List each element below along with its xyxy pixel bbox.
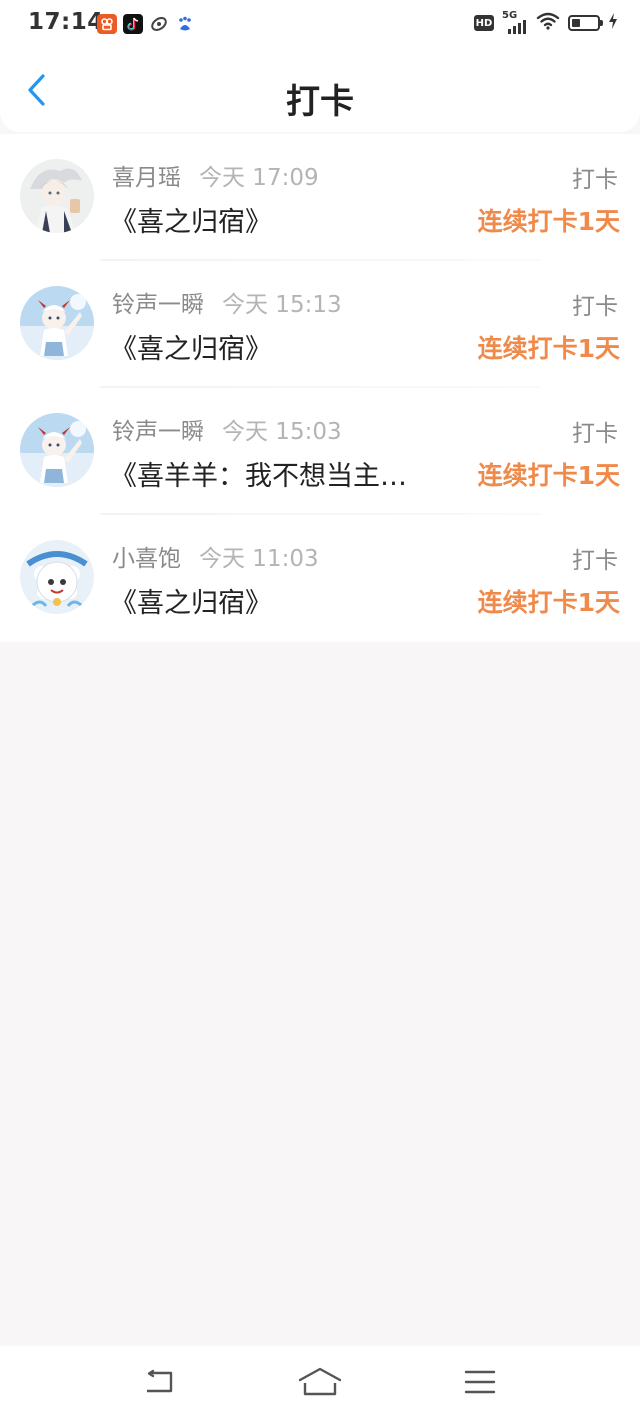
system-icons: HD 5G [474, 10, 618, 34]
list-item[interactable]: 铃声一瞬 今天 15:03 《喜羊羊：我不想当主… 打卡 连续打卡1天 [0, 388, 640, 515]
user-line: 喜月瑶 今天 17:09 [112, 158, 319, 192]
nav-menu-button[interactable] [458, 1364, 502, 1404]
book-title[interactable]: 《喜羊羊：我不想当主… [110, 454, 455, 493]
nav-header: 打卡 [0, 50, 640, 132]
kuaishou-icon [97, 14, 117, 34]
user-name[interactable]: 喜月瑶 [112, 158, 181, 192]
browser-icon [149, 14, 169, 34]
home-icon [298, 1367, 342, 1401]
avatar[interactable] [20, 540, 94, 614]
streak-label: 连续打卡1天 [477, 334, 620, 363]
user-name[interactable]: 铃声一瞬 [112, 285, 204, 319]
list-item[interactable]: 小喜饱 今天 11:03 《喜之归宿》 打卡 连续打卡1天 [0, 515, 640, 642]
wifi-icon [536, 12, 560, 34]
charging-icon [608, 12, 618, 34]
battery-level [572, 19, 580, 27]
douyin-icon [123, 14, 143, 34]
post-time: 今天 15:03 [222, 419, 342, 445]
book-title[interactable]: 《喜之归宿》 [110, 200, 455, 239]
system-nav-bar [0, 1346, 640, 1422]
baidu-icon [175, 14, 195, 34]
user-name[interactable]: 小喜饱 [112, 539, 181, 573]
list-item[interactable]: 喜月瑶 今天 17:09 《喜之归宿》 打卡 连续打卡1天 [0, 134, 640, 261]
streak-label: 连续打卡1天 [477, 588, 620, 617]
action-tag: 打卡 [572, 421, 618, 447]
menu-icon [464, 1369, 496, 1399]
list-item[interactable]: 铃声一瞬 今天 15:13 《喜之归宿》 打卡 连续打卡1天 [0, 261, 640, 388]
post-time: 今天 15:13 [222, 292, 342, 318]
status-time: 17:14 [28, 9, 104, 35]
checkin-screen: 17:14 HD 5G 打卡 喜月瑶 今天 17:09 《喜之归宿》 打卡 连续… [0, 0, 640, 1422]
avatar[interactable] [20, 159, 94, 233]
checkin-list: 喜月瑶 今天 17:09 《喜之归宿》 打卡 连续打卡1天 铃声一瞬 今天 15… [0, 134, 640, 642]
action-tag: 打卡 [572, 294, 618, 320]
book-title[interactable]: 《喜之归宿》 [110, 581, 455, 620]
signal-icon: 5G [502, 10, 528, 34]
book-title[interactable]: 《喜之归宿》 [110, 327, 455, 366]
user-line: 小喜饱 今天 11:03 [112, 539, 319, 573]
post-time: 今天 17:09 [199, 165, 319, 191]
post-time: 今天 11:03 [199, 546, 319, 572]
hd-icon: HD [474, 15, 494, 31]
notification-icons [97, 14, 195, 34]
user-line: 铃声一瞬 今天 15:13 [112, 285, 342, 319]
status-bar: 17:14 HD 5G [0, 0, 640, 50]
page-title: 打卡 [286, 82, 354, 122]
user-line: 铃声一瞬 今天 15:03 [112, 412, 342, 446]
avatar[interactable] [20, 286, 94, 360]
battery-icon [568, 15, 603, 31]
streak-label: 连续打卡1天 [477, 461, 620, 490]
back-icon [143, 1369, 177, 1399]
user-name[interactable]: 铃声一瞬 [112, 412, 204, 446]
avatar[interactable] [20, 413, 94, 487]
streak-label: 连续打卡1天 [477, 207, 620, 236]
nav-home-button[interactable] [298, 1364, 342, 1404]
nav-back-button[interactable] [138, 1364, 182, 1404]
action-tag: 打卡 [572, 548, 618, 574]
action-tag: 打卡 [572, 167, 618, 193]
